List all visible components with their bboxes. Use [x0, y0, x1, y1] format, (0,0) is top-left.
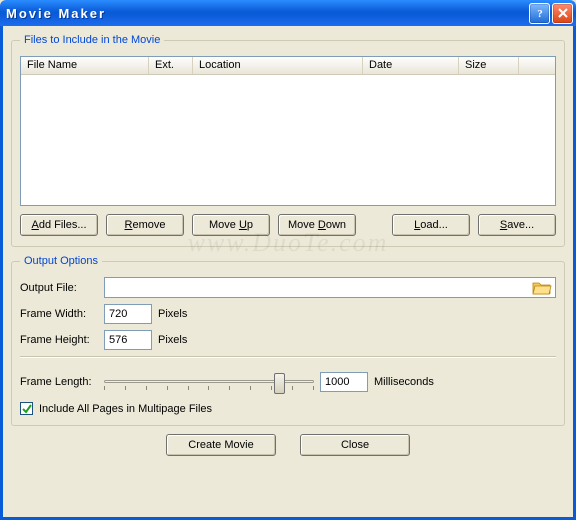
check-icon: [22, 404, 32, 414]
column-ext[interactable]: Ext.: [149, 57, 193, 74]
folder-open-icon: [531, 279, 553, 296]
files-groupbox: Files to Include in the Movie File Name …: [11, 34, 565, 247]
move-up-button[interactable]: Move Up: [192, 214, 270, 236]
divider: [20, 356, 556, 358]
load-button[interactable]: Load...: [392, 214, 470, 236]
frame-height-label: Frame Height:: [20, 334, 98, 346]
frame-length-slider[interactable]: [104, 368, 314, 396]
frame-length-label: Frame Length:: [20, 376, 98, 388]
frame-height-unit: Pixels: [158, 334, 187, 346]
close-button[interactable]: Close: [300, 434, 410, 456]
include-pages-row: Include All Pages in Multipage Files: [20, 402, 556, 415]
browse-output-button[interactable]: [531, 279, 553, 296]
output-file-input[interactable]: [109, 279, 531, 296]
frame-height-row: Frame Height: Pixels: [20, 330, 556, 350]
frame-width-row: Frame Width: Pixels: [20, 304, 556, 324]
column-filename[interactable]: File Name: [21, 57, 149, 74]
frame-width-input[interactable]: [104, 304, 152, 324]
column-date[interactable]: Date: [363, 57, 459, 74]
output-file-row: Output File:: [20, 277, 556, 298]
include-pages-label: Include All Pages in Multipage Files: [39, 403, 212, 415]
save-button[interactable]: Save...: [478, 214, 556, 236]
title-bar: Movie Maker ?: [0, 0, 576, 26]
add-files-button[interactable]: Add Files...: [20, 214, 98, 236]
output-groupbox: Output Options Output File: Frame Width:…: [11, 255, 565, 426]
dialog-buttons: Create Movie Close: [11, 434, 565, 456]
files-listview[interactable]: File Name Ext. Location Date Size: [20, 56, 556, 206]
files-groupbox-legend: Files to Include in the Movie: [20, 34, 164, 46]
output-file-wrap: [104, 277, 556, 298]
output-file-label: Output File:: [20, 282, 98, 294]
client-area: Files to Include in the Movie File Name …: [0, 26, 576, 520]
remove-button[interactable]: Remove: [106, 214, 184, 236]
frame-length-input[interactable]: [320, 372, 368, 392]
titlebar-buttons: ?: [529, 3, 573, 24]
files-button-row: Add Files... Remove Move Up Move Down Lo…: [20, 214, 556, 236]
window-title: Movie Maker: [6, 6, 529, 21]
column-location[interactable]: Location: [193, 57, 363, 74]
move-down-button[interactable]: Move Down: [278, 214, 356, 236]
output-groupbox-legend: Output Options: [20, 255, 102, 267]
frame-width-label: Frame Width:: [20, 308, 98, 320]
column-size[interactable]: Size: [459, 57, 519, 74]
frame-height-input[interactable]: [104, 330, 152, 350]
close-window-button[interactable]: [552, 3, 573, 24]
frame-length-unit: Milliseconds: [374, 376, 434, 388]
column-spacer: [519, 57, 555, 74]
help-button[interactable]: ?: [529, 3, 550, 24]
frame-width-unit: Pixels: [158, 308, 187, 320]
listview-header: File Name Ext. Location Date Size: [21, 57, 555, 75]
listview-body[interactable]: [21, 75, 555, 205]
slider-thumb[interactable]: [274, 373, 285, 394]
frame-length-row: Frame Length: Milliseconds: [20, 368, 556, 396]
create-movie-button[interactable]: Create Movie: [166, 434, 276, 456]
svg-text:?: ?: [537, 8, 543, 19]
include-pages-checkbox[interactable]: [20, 402, 33, 415]
